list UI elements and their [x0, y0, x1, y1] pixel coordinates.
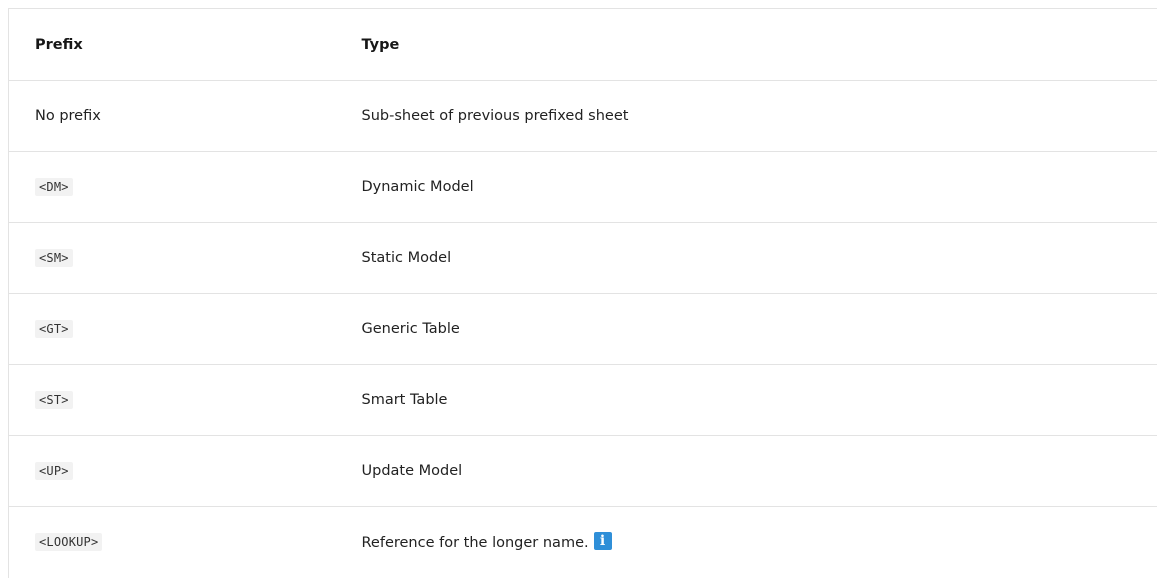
table-header-row: Prefix Type [8, 8, 1157, 81]
header-prefix: Prefix [8, 8, 336, 81]
prefix-code: <LOOKUP> [35, 533, 103, 552]
type-cell: Update Model [336, 436, 1157, 507]
prefix-code: <SM> [35, 249, 73, 267]
table-row: <ST> Smart Table [8, 364, 1157, 436]
type-text: Reference for the longer name. [361, 534, 589, 551]
prefix-type-table-container: Prefix Type No prefix Sub-sheet of previ… [8, 8, 1157, 578]
type-cell: Generic Table [336, 294, 1157, 365]
table-row: <UP> Update Model [8, 435, 1157, 507]
prefix-type-table: Prefix Type No prefix Sub-sheet of previ… [8, 8, 1157, 578]
table-row: <GT> Generic Table [8, 293, 1157, 365]
type-text: Dynamic Model [361, 179, 474, 195]
prefix-cell: <SM> [8, 222, 336, 294]
type-text: Generic Table [361, 321, 460, 337]
prefix-cell: No prefix [8, 80, 336, 152]
prefix-code: <GT> [35, 320, 73, 338]
info-icon[interactable]: i [593, 531, 612, 550]
type-cell: Static Model [336, 223, 1157, 294]
prefix-cell: <LOOKUP> [8, 506, 336, 578]
type-cell: Sub-sheet of previous prefixed sheet [336, 81, 1157, 152]
prefix-text: No prefix [35, 108, 101, 124]
prefix-cell: <GT> [8, 293, 336, 365]
prefix-cell: <ST> [8, 364, 336, 436]
prefix-code: <DM> [35, 178, 73, 196]
type-cell: Smart Table [336, 365, 1157, 436]
type-text: Static Model [361, 250, 452, 266]
type-text: Update Model [361, 463, 463, 479]
prefix-code: <UP> [35, 462, 73, 480]
type-cell: Reference for the longer name. i [336, 507, 1157, 578]
prefix-code: <ST> [35, 391, 73, 409]
prefix-cell: <UP> [8, 435, 336, 507]
table-row: No prefix Sub-sheet of previous prefixed… [8, 80, 1157, 152]
table-row: <DM> Dynamic Model [8, 151, 1157, 223]
table-row: <SM> Static Model [8, 222, 1157, 294]
type-text: Sub-sheet of previous prefixed sheet [361, 108, 629, 124]
type-text: Smart Table [361, 392, 448, 408]
type-cell: Dynamic Model [336, 152, 1157, 223]
table-row: <LOOKUP> Reference for the longer name. i [8, 506, 1157, 578]
header-type: Type [335, 8, 1157, 81]
prefix-cell: <DM> [8, 151, 336, 223]
